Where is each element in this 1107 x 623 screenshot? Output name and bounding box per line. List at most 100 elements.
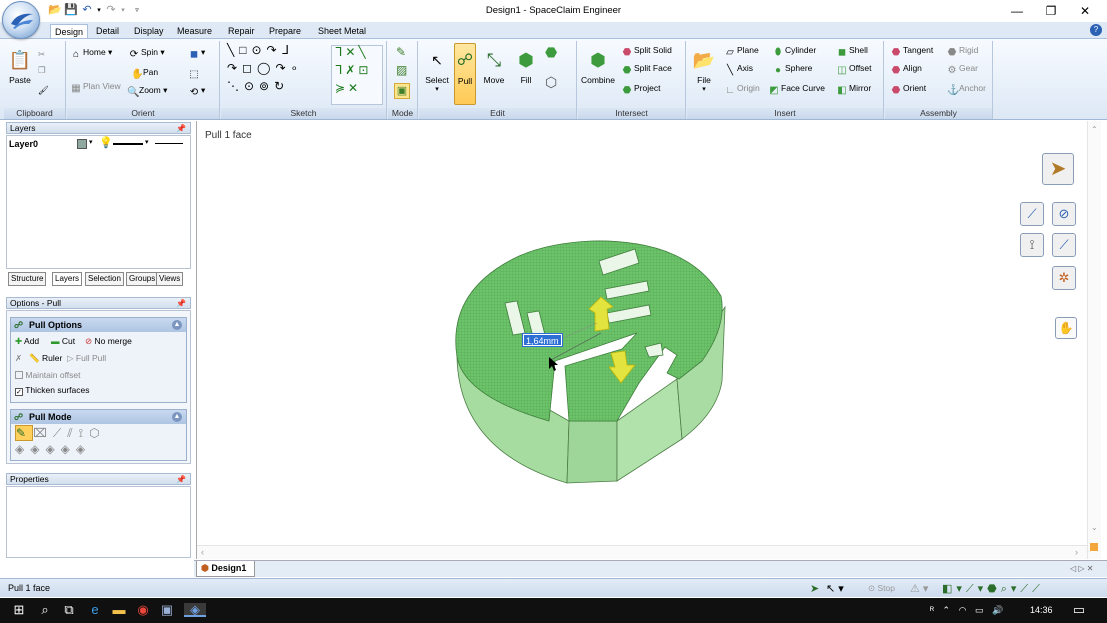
mirror-button[interactable]: ◧ Mirror [837, 83, 871, 96]
tab-display[interactable]: Display [130, 24, 168, 38]
pull-mode-tools-row1[interactable]: ✎⌧⟋⫽⟟⬡ [15, 425, 106, 441]
pin-icon[interactable]: 📌 [176, 123, 186, 134]
model-canvas[interactable] [197, 121, 1101, 559]
scroll-right-icon[interactable]: › [1075, 547, 1078, 557]
full-pull-option[interactable]: ▷ Full Pull [67, 353, 106, 364]
split-solid-button[interactable]: ⬣ Split Solid [622, 45, 672, 58]
collapse-icon[interactable]: ▲ [172, 320, 182, 330]
view-options-button[interactable]: ⟲ ▾ [189, 85, 205, 98]
pull-mode-header[interactable]: ☍ Pull Mode ▲ [11, 410, 186, 424]
project-button[interactable]: ⬣ Project [622, 83, 661, 96]
layer-name[interactable]: Layer0 [9, 139, 38, 149]
zoom-button[interactable]: 🔍Zoom ▾ [127, 85, 167, 98]
restore-button[interactable]: ❐ [1034, 0, 1068, 22]
ruler-option[interactable]: 📏 Ruler [29, 353, 62, 364]
offset-curve-icon[interactable]: ≽✕ [335, 82, 361, 94]
face-curve-button[interactable]: ◩ Face Curve [769, 83, 825, 96]
copy-icon[interactable]: ❐ [38, 65, 46, 76]
collapse-icon-2[interactable]: ▲ [172, 412, 182, 422]
axis-button[interactable]: ╲ Axis [725, 63, 753, 76]
thicken-surfaces-option[interactable]: ✓ Thicken surfaces [15, 385, 89, 396]
layer-color-swatch[interactable] [77, 139, 87, 149]
system-tray-icons[interactable]: ᴿ ⌃ ◠ ▭ 🔊 [930, 603, 1020, 617]
sweep-tool-guide[interactable]: ⟟ [1020, 233, 1044, 257]
maintain-offset-checkbox[interactable] [15, 371, 23, 379]
line-style-dropdown-icon[interactable]: ▾ [145, 138, 149, 146]
scroll-up-icon[interactable]: ⌃ [1091, 125, 1098, 134]
line-style-icon[interactable] [113, 143, 143, 145]
file-button[interactable]: 📂 File ▾ [691, 47, 717, 93]
tab-views[interactable]: Views [156, 272, 184, 286]
tab-prepare[interactable]: Prepare [265, 24, 305, 38]
cylinder-button[interactable]: ⬮ Cylinder [773, 45, 816, 58]
tab-groups[interactable]: Groups [126, 272, 159, 286]
pull-button[interactable]: ☍ Pull [454, 43, 476, 105]
anchor-button[interactable]: ⚓Anchor [947, 83, 986, 96]
doc-tab-nav-icons[interactable]: ◁ ▷ ✕ [1070, 564, 1093, 573]
maintain-offset-option[interactable]: Maintain offset [15, 370, 81, 381]
direction-tool-guide[interactable]: ⟋ [1020, 202, 1044, 226]
home-button[interactable]: ⌂ Home ▾ [71, 47, 112, 60]
draft-tool-guide[interactable]: ⟋ [1052, 233, 1076, 257]
offset-button[interactable]: ◫ Offset [837, 63, 871, 76]
tangent-button[interactable]: ⬣ Tangent [891, 45, 934, 58]
tab-detail[interactable]: Detail [92, 24, 123, 38]
app-menu-button[interactable] [2, 1, 40, 39]
cut-icon[interactable]: ✂ [38, 49, 45, 60]
tab-selection[interactable]: Selection [85, 272, 124, 286]
lightbulb-icon[interactable]: 💡 [99, 136, 113, 149]
notification-icon[interactable]: ▭ [1072, 603, 1086, 617]
close-button[interactable]: ✕ [1068, 0, 1102, 22]
tab-measure[interactable]: Measure [173, 24, 216, 38]
pin-icon-3[interactable]: 📌 [176, 474, 186, 485]
line-weight-icon[interactable] [155, 143, 183, 144]
sketch-tools-row1[interactable]: ╲□⊙↷ᒧ [227, 44, 294, 56]
3d-viewport[interactable]: Pull 1 face 1,64mm ➤ ⟋ ⊘ ⟟ ⟋ ✲ ✋ ⌃ ⌄ ‹ › [196, 121, 1101, 559]
gear-button[interactable]: ⚙ Gear [947, 63, 978, 76]
horizontal-scrollbar[interactable]: ‹ › [197, 545, 1087, 559]
select-tool-guide[interactable]: ➤ [1042, 153, 1074, 185]
no-merge-option[interactable]: ⊘ No merge [85, 336, 132, 347]
warning-icon[interactable]: ⚠ ▾ [910, 582, 928, 595]
cut-option[interactable]: ▬ Cut [51, 336, 75, 347]
tab-repair[interactable]: Repair [224, 24, 259, 38]
tab-design[interactable]: Design [50, 24, 89, 39]
task-view-icon[interactable]: ⧉ [62, 603, 76, 617]
add-option[interactable]: ✚ Add [15, 336, 39, 347]
pull-mode-tools-row2[interactable]: ◈◈◈◈◈ [15, 443, 91, 455]
dimension-input[interactable]: 1,64mm [522, 333, 563, 347]
windows-start-icon[interactable]: ⊞ [12, 603, 26, 617]
plane-button[interactable]: ▱ Plane [725, 45, 759, 58]
doc-tab-design1[interactable]: ⬢ Design1 [196, 561, 256, 577]
tab-sheet-metal[interactable]: Sheet Metal [314, 24, 370, 38]
sketch-mode-icon[interactable]: ✎ [396, 46, 406, 58]
replace-icon[interactable]: ⬡ [545, 75, 557, 89]
split-line-icon[interactable]: ᒣ✗⊡ [335, 64, 371, 76]
thicken-surfaces-checkbox[interactable]: ✓ [15, 388, 23, 396]
app-icon[interactable]: ▣ [160, 603, 174, 617]
align-button[interactable]: ⬣ Align [891, 63, 922, 76]
tab-layers[interactable]: Layers [52, 272, 83, 286]
complete-tool-guide[interactable]: ✋ [1055, 317, 1077, 339]
view-cube-2-button[interactable]: ⬚ [189, 67, 201, 80]
scroll-left-icon[interactable]: ‹ [201, 547, 204, 557]
edge-browser-icon[interactable]: e [88, 603, 102, 617]
stop-button[interactable]: ⊙ Stop [868, 583, 895, 594]
sketch-tools-row2[interactable]: ↷◻◯↷∘ [227, 62, 303, 74]
fill-button[interactable]: ⬢ Fill [511, 47, 541, 85]
minimize-button[interactable]: — [1000, 0, 1034, 22]
up-to-option-icon[interactable]: ✗ [15, 353, 22, 364]
model-side-wall-front[interactable] [566, 420, 618, 484]
pull-mode-selected-icon[interactable]: ✎ [15, 425, 34, 441]
section-mode-icon[interactable]: ▨ [396, 64, 407, 76]
vertical-scrollbar[interactable]: ⌃ ⌄ [1087, 121, 1101, 559]
chrome-icon[interactable]: ◉ [136, 603, 150, 617]
orient-button[interactable]: ⬣ Orient [891, 83, 927, 96]
paste-button[interactable]: 📋 Paste [6, 47, 34, 85]
split-face-button[interactable]: ⬣ Split Face [622, 63, 672, 76]
help-icon[interactable]: ? [1090, 24, 1102, 36]
tab-structure[interactable]: Structure [8, 272, 47, 286]
spaceclaim-taskbar-icon[interactable]: ◈ [184, 603, 206, 617]
move-button[interactable]: ⤡ Move [479, 47, 509, 85]
search-icon[interactable]: ⌕ [38, 603, 52, 617]
